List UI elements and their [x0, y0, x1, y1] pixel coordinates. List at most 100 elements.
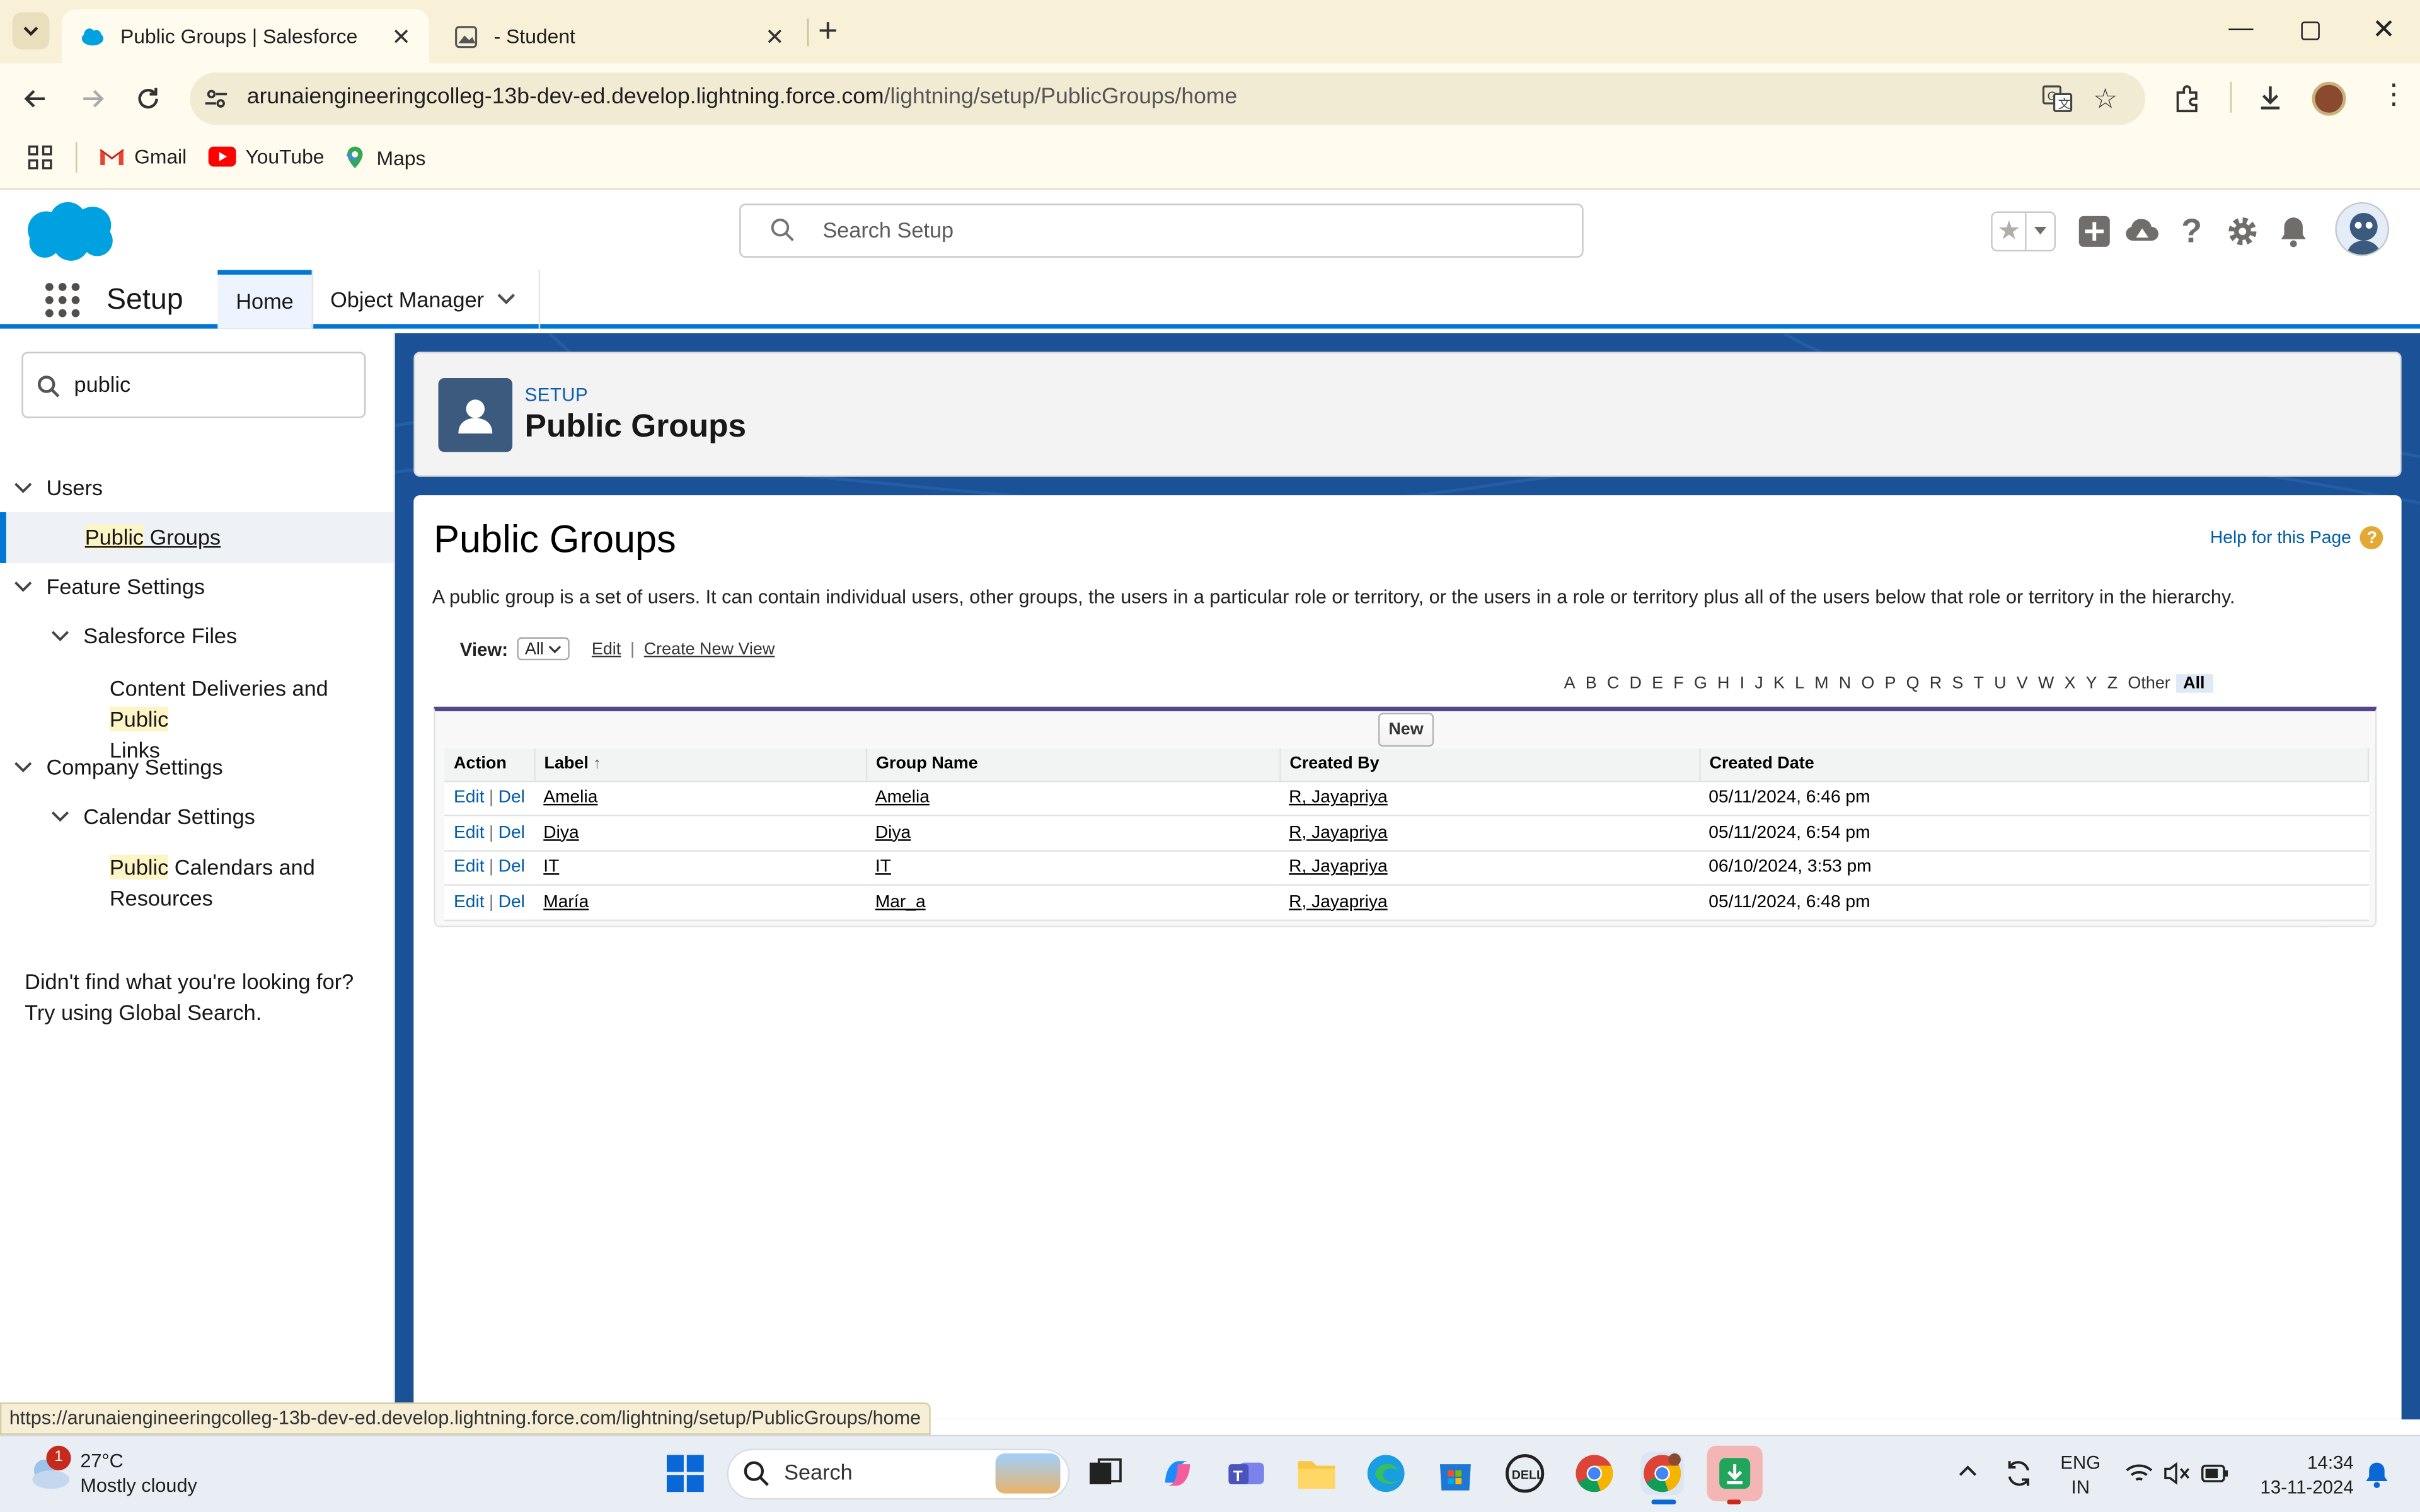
- group-label-link[interactable]: IT: [543, 858, 559, 876]
- teams-icon[interactable]: T: [1226, 1452, 1269, 1496]
- column-header-created-by[interactable]: Created By: [1279, 748, 1700, 782]
- bookmark-maps[interactable]: Maps: [343, 145, 425, 169]
- row-edit-link[interactable]: Edit: [454, 823, 485, 842]
- create-new-view-link[interactable]: Create New View: [644, 639, 775, 658]
- tree-node-company-settings[interactable]: Company Settings: [13, 755, 223, 779]
- apps-grid-icon[interactable]: [28, 145, 52, 169]
- alpha-filter-C[interactable]: C: [1602, 674, 1625, 692]
- close-tab-icon[interactable]: ✕: [383, 23, 420, 50]
- browser-menu-icon[interactable]: ⋮: [2380, 80, 2407, 108]
- column-header-group-name[interactable]: Group Name: [866, 748, 1281, 782]
- created-by-link[interactable]: R, Jayapriya: [1289, 789, 1388, 807]
- bookmark-star-icon[interactable]: ☆: [2093, 83, 2118, 115]
- column-header-label[interactable]: Label ↑: [534, 748, 867, 782]
- new-group-button[interactable]: New: [1378, 713, 1434, 747]
- bookmark-gmail[interactable]: Gmail: [99, 145, 187, 168]
- tree-node-salesforce-files[interactable]: Salesforce Files: [49, 623, 237, 648]
- tree-item-public-calendars[interactable]: Public Calendars and Resources: [109, 852, 388, 914]
- row-delete-link[interactable]: Del: [498, 858, 525, 876]
- task-view-icon[interactable]: [1083, 1452, 1127, 1496]
- row-edit-link[interactable]: Edit: [454, 893, 485, 911]
- help-button[interactable]: ?: [2172, 212, 2212, 252]
- alpha-filter-O[interactable]: O: [1856, 674, 1879, 692]
- tree-node-calendar-settings[interactable]: Calendar Settings: [49, 804, 255, 828]
- view-select[interactable]: All: [517, 637, 570, 661]
- avatar[interactable]: [2335, 202, 2390, 256]
- browser-tab-student[interactable]: - Student ✕: [435, 9, 803, 64]
- created-by-link[interactable]: R, Jayapriya: [1289, 823, 1388, 842]
- alpha-filter-N[interactable]: N: [1834, 674, 1857, 692]
- close-window-button[interactable]: ✕: [2372, 14, 2395, 46]
- tray-overflow-icon[interactable]: [1957, 1463, 1978, 1478]
- alpha-filter-X[interactable]: X: [2059, 674, 2080, 692]
- tree-item-public-groups[interactable]: Public Groups: [84, 524, 221, 549]
- site-info-icon[interactable]: [202, 85, 230, 113]
- group-label-link[interactable]: María: [543, 893, 589, 911]
- alpha-filter-P[interactable]: P: [1879, 674, 1901, 692]
- group-label-link[interactable]: Diya: [543, 823, 579, 842]
- app-launcher-icon[interactable]: [45, 282, 80, 318]
- alpha-filter-W[interactable]: W: [2033, 674, 2060, 692]
- alpha-filter-S[interactable]: S: [1947, 674, 1968, 692]
- alpha-filter-D[interactable]: D: [1624, 674, 1647, 692]
- alpha-filter-L[interactable]: L: [1790, 674, 1809, 692]
- language-indicator[interactable]: ENG IN: [2060, 1450, 2100, 1499]
- tab-search-button[interactable]: [12, 12, 50, 50]
- reload-button[interactable]: [130, 80, 167, 117]
- back-button[interactable]: [17, 80, 54, 117]
- new-tab-button[interactable]: +: [818, 13, 838, 48]
- downloader-app-icon[interactable]: [1707, 1445, 1763, 1501]
- favorites-button[interactable]: ★: [1991, 211, 2056, 252]
- battery-icon[interactable]: [2201, 1464, 2228, 1482]
- chevron-down-icon[interactable]: [495, 292, 517, 307]
- minimize-button[interactable]: —: [2228, 15, 2253, 43]
- alpha-filter-K[interactable]: K: [1768, 674, 1790, 692]
- close-tab-icon[interactable]: ✕: [756, 23, 793, 50]
- row-edit-link[interactable]: Edit: [454, 789, 485, 807]
- group-name-link[interactable]: IT: [875, 858, 891, 876]
- start-button[interactable]: [666, 1453, 706, 1494]
- created-by-link[interactable]: R, Jayapriya: [1289, 893, 1388, 911]
- chrome-icon[interactable]: [1573, 1452, 1616, 1496]
- bookmark-youtube[interactable]: YouTube: [208, 145, 325, 168]
- volume-muted-icon[interactable]: [2164, 1461, 2191, 1486]
- alpha-filter-M[interactable]: M: [1809, 674, 1834, 692]
- extensions-icon[interactable]: [2173, 85, 2201, 113]
- alpha-filter-all[interactable]: All: [2175, 674, 2213, 693]
- alpha-filter-B[interactable]: B: [1581, 674, 1602, 692]
- wifi-icon[interactable]: [2125, 1463, 2153, 1484]
- tree-node-users[interactable]: Users: [13, 475, 103, 500]
- alpha-filter-other[interactable]: Other: [2123, 674, 2175, 692]
- row-delete-link[interactable]: Del: [498, 823, 525, 842]
- column-header-created-date[interactable]: Created Date: [1699, 748, 2370, 782]
- row-edit-link[interactable]: Edit: [454, 858, 485, 876]
- store-icon[interactable]: [1434, 1452, 1477, 1496]
- breadcrumb[interactable]: SETUP: [525, 384, 588, 406]
- file-explorer-icon[interactable]: [1295, 1452, 1339, 1496]
- quick-find-input[interactable]: [21, 352, 366, 418]
- tree-item-content-deliveries[interactable]: Content Deliveries and Public Links: [109, 673, 388, 765]
- alpha-filter-Y[interactable]: Y: [2081, 674, 2102, 692]
- alpha-filter-A[interactable]: A: [1559, 674, 1580, 692]
- trailhead-button[interactable]: [2122, 212, 2162, 252]
- alpha-filter-T[interactable]: T: [1968, 674, 1989, 692]
- alpha-filter-I[interactable]: I: [1735, 674, 1750, 692]
- tab-home[interactable]: Home: [217, 270, 312, 329]
- alpha-filter-Z[interactable]: Z: [2102, 674, 2123, 692]
- restore-button[interactable]: [2301, 21, 2320, 40]
- dell-icon[interactable]: DELL: [1503, 1452, 1547, 1496]
- edge-icon[interactable]: [1364, 1452, 1408, 1496]
- edit-view-link[interactable]: Edit: [592, 639, 621, 658]
- notifications-bell-icon[interactable]: [2365, 1461, 2389, 1489]
- setup-gear-button[interactable]: [2223, 212, 2263, 252]
- alpha-filter-U[interactable]: U: [1989, 674, 2012, 692]
- alpha-filter-E[interactable]: E: [1647, 674, 1668, 692]
- downloads-icon[interactable]: [2256, 83, 2284, 111]
- alpha-filter-Q[interactable]: Q: [1901, 674, 1925, 692]
- translate-icon[interactable]: G文: [2042, 85, 2073, 113]
- salesforce-logo[interactable]: [25, 199, 117, 264]
- help-for-page-link[interactable]: Help for this Page ?: [2210, 526, 2384, 549]
- profile-avatar[interactable]: [2312, 81, 2346, 116]
- alpha-filter-G[interactable]: G: [1689, 674, 1712, 692]
- sync-icon[interactable]: [2003, 1458, 2034, 1489]
